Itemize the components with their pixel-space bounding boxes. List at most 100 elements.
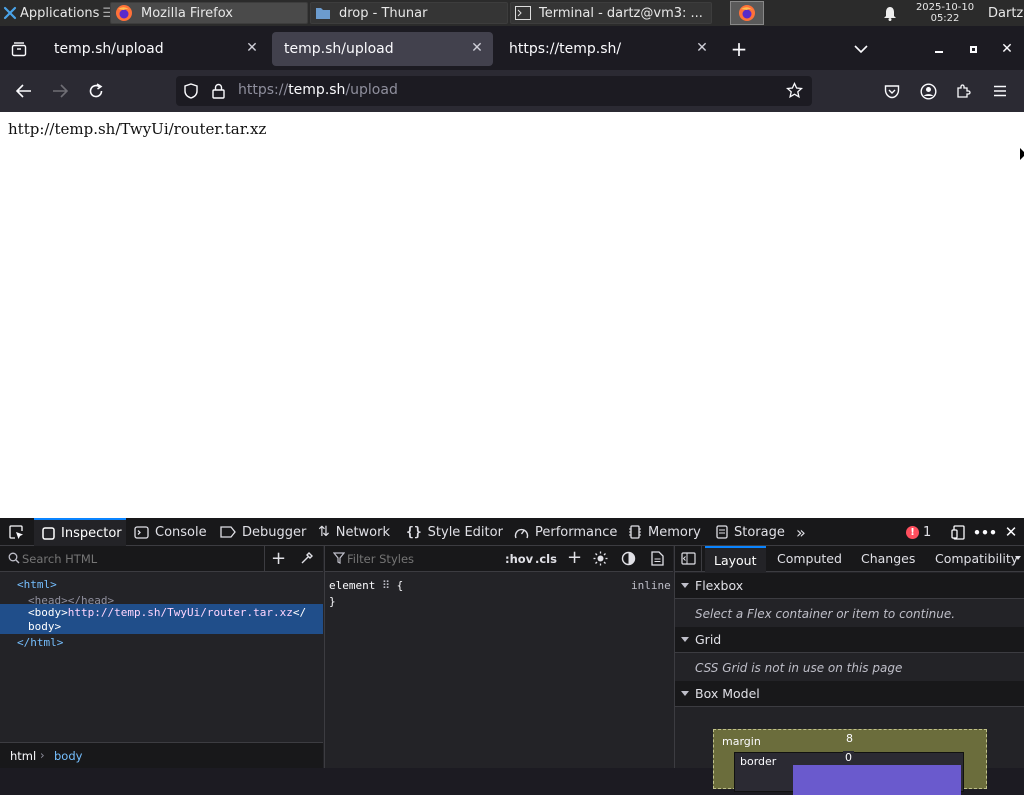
terminal-icon [515,6,531,20]
border-top-value[interactable]: 0 [843,751,854,764]
box-model-border[interactable]: border 0 [734,751,964,795]
back-button[interactable] [9,76,39,106]
breadcrumb-html[interactable]: html [10,749,36,763]
markup-html-open[interactable]: <html> [17,578,57,591]
light-scheme-icon[interactable] [593,551,608,566]
responsive-icon [950,524,966,540]
tab-temp-home[interactable]: https://temp.sh/ ✕ [497,32,718,66]
add-node-button[interactable]: + [271,548,286,569]
markup-panel: + <html> <head></head> <body>http://temp… [0,546,323,768]
box-model-section-header[interactable]: Box Model [675,681,1024,707]
firefox-view-button[interactable] [4,34,34,64]
add-rule-button[interactable]: + [567,547,582,568]
markup-body-line[interactable]: <body>http://temp.sh/TwyUi/router.tar.xz… [28,606,306,619]
app-menu-button[interactable] [985,76,1015,106]
body-open-tag: <body> [28,606,68,619]
tab-storage[interactable]: Storage [716,518,785,546]
tab-compatibility[interactable]: Compatibility [935,551,1017,566]
element-rule-selector[interactable]: element ⠿ { [329,579,403,592]
reload-button[interactable] [81,76,111,106]
workspace-firefox-thumb[interactable] [730,1,764,25]
body-close-tag-end: body> [28,620,62,633]
close-icon: ✕ [1001,41,1013,57]
lock-icon[interactable] [212,83,225,99]
url-bar[interactable]: https://temp.sh/upload [176,76,812,106]
search-icon [8,552,20,564]
shield-icon[interactable] [184,83,198,99]
task-button-terminal[interactable]: Terminal - dartz@vm3: ... [510,2,712,24]
responsive-design-button[interactable] [944,518,972,546]
arrow-left-icon [16,84,32,98]
extensions-button[interactable] [949,76,979,106]
tab-inspector[interactable]: Inspector [34,518,126,546]
more-tools-button[interactable]: » [796,518,806,546]
maximize-window-button[interactable] [958,34,988,64]
markup-html-close[interactable]: </html> [17,636,63,649]
tab-changes[interactable]: Changes [861,551,915,566]
tab-temp-upload-2[interactable]: temp.sh/upload ✕ [272,32,493,66]
close-devtools-button[interactable]: ✕ [998,518,1024,546]
forward-button[interactable] [45,76,75,106]
divider [264,546,265,572]
toggle-sidebar-icon[interactable] [681,552,696,565]
tab-label: Network [335,524,391,540]
user-menu[interactable]: Dartz [988,0,1024,26]
tab-network[interactable]: ⇅ Network [318,518,390,546]
tab-performance[interactable]: Performance [514,518,617,546]
console-icon [134,525,149,539]
box-model-padding[interactable] [793,765,961,795]
close-tab-icon[interactable]: ✕ [694,40,710,56]
account-button[interactable] [913,76,943,106]
flexbox-message: Select a Flex container or item to conti… [675,600,1024,628]
plus-icon: + [730,37,748,61]
bookmark-star-icon[interactable] [786,82,803,99]
eyedropper-icon[interactable] [300,551,314,565]
tab-label: temp.sh/upload [284,41,394,57]
clock[interactable]: 2025-10-10 05:22 [906,0,984,26]
applications-menu[interactable]: Applications ☰ [2,0,110,26]
box-model-margin[interactable]: margin 8 border 0 [713,729,987,795]
dark-scheme-icon[interactable] [621,551,636,566]
flexbox-section-header[interactable]: Flexbox [675,573,1024,599]
task-button-thunar[interactable]: drop - Thunar [310,2,508,24]
close-tab-icon[interactable]: ✕ [244,40,260,56]
upload-result-url[interactable]: http://temp.sh/TwyUi/router.tar.xz [8,120,266,138]
url-text[interactable]: https://temp.sh/upload [238,82,398,98]
tab-memory[interactable]: Memory [628,518,701,546]
close-brace: } [329,595,336,608]
minimize-window-button[interactable] [924,34,954,64]
close-window-button[interactable]: ✕ [992,34,1022,64]
puzzle-icon [956,83,972,99]
tab-style-editor[interactable]: {} Style Editor [406,518,503,546]
devtools-options-button[interactable]: ••• [972,518,998,546]
url-host: temp.sh [288,82,346,98]
list-all-tabs-button[interactable] [846,34,876,64]
pocket-button[interactable] [877,76,907,106]
bell-icon [883,6,897,21]
margin-top-value[interactable]: 8 [846,732,853,745]
grid-section-header[interactable]: Grid [675,627,1024,653]
grid-message: CSS Grid is not in use on this page [675,654,1024,682]
section-title: Grid [695,632,722,647]
hov-toggle-button[interactable]: :hov [505,552,533,566]
tab-layout[interactable]: Layout [705,546,766,572]
close-tab-icon[interactable]: ✕ [469,40,485,56]
tab-console[interactable]: Console [134,518,207,546]
search-html-input[interactable] [22,549,258,569]
print-media-icon[interactable] [651,551,664,566]
tab-temp-upload-1[interactable]: temp.sh/upload ✕ [42,32,268,66]
cls-toggle-button[interactable]: .cls [535,552,557,566]
caret-down-icon[interactable] [1015,556,1021,560]
hamburger-icon [993,85,1007,97]
filter-styles-input[interactable] [347,549,497,569]
account-icon [919,82,937,100]
more-dots-icon: ••• [973,524,997,540]
breadcrumb-body[interactable]: body [54,749,82,763]
new-tab-button[interactable]: + [724,34,754,64]
error-count-badge[interactable]: ! 1 [906,518,931,546]
notifications-button[interactable] [880,0,900,26]
task-button-firefox[interactable]: Mozilla Firefox [110,2,308,24]
tab-debugger[interactable]: Debugger [220,518,306,546]
tab-computed[interactable]: Computed [777,551,842,566]
element-picker-button[interactable] [2,518,30,546]
